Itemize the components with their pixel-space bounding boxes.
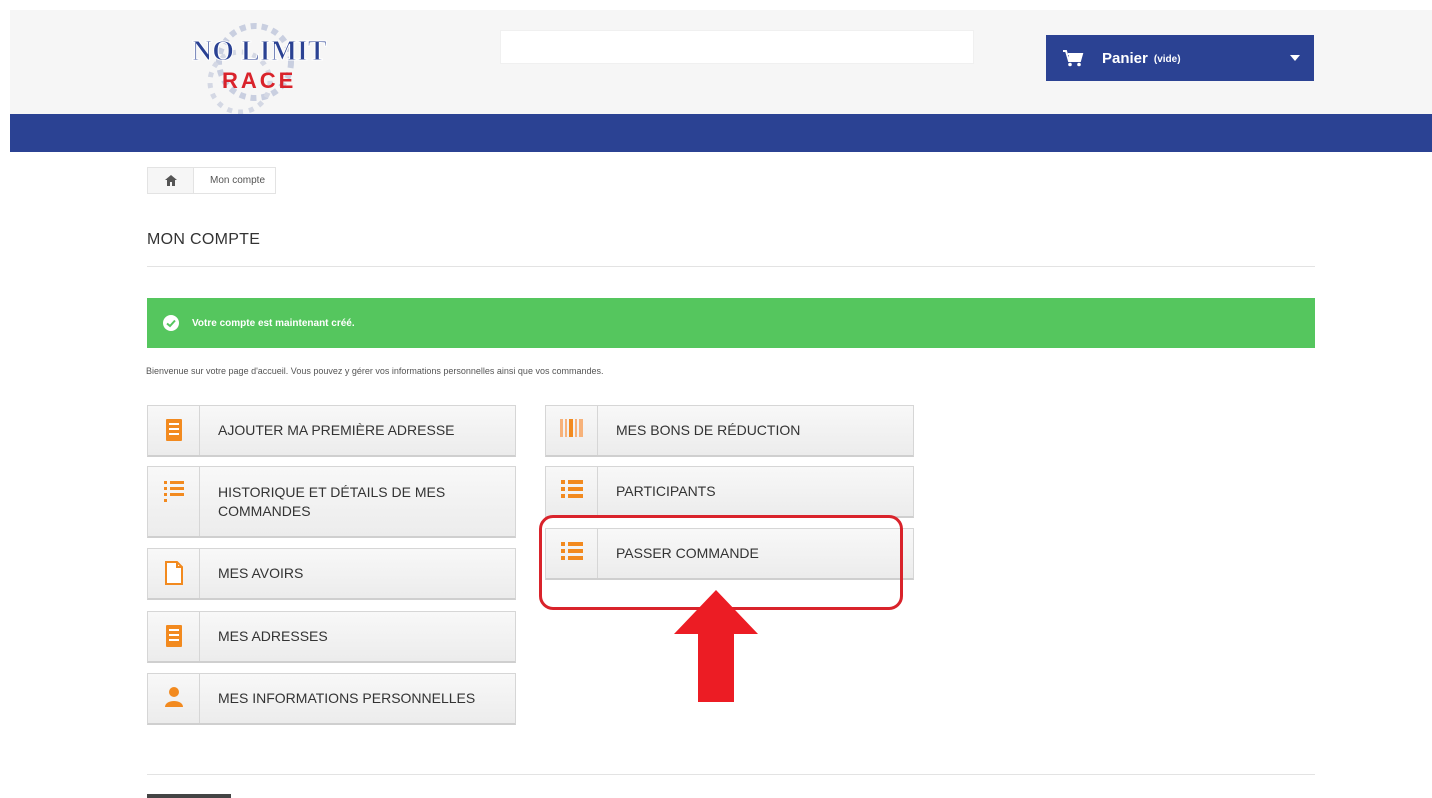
divider (147, 774, 1315, 775)
welcome-text: Bienvenue sur votre page d'accueil. Vous… (146, 366, 604, 376)
list-icon (546, 467, 598, 516)
button-label: MES AVOIRS (218, 565, 304, 582)
cart-button[interactable]: Panier (vide) (1046, 35, 1314, 81)
divider (147, 266, 1315, 267)
breadcrumb: Mon compte (147, 167, 277, 194)
barcode-icon (546, 406, 598, 455)
site-logo[interactable]: NO LIMIT RACE (170, 22, 370, 122)
cart-label: Panier (1102, 49, 1148, 67)
success-alert: Votre compte est maintenant créé. (147, 298, 1315, 348)
shopping-cart-icon (1063, 50, 1084, 67)
building-icon (148, 612, 200, 661)
cart-state: (vide) (1153, 54, 1181, 65)
chevron-down-icon (1290, 55, 1300, 61)
search-input[interactable] (500, 30, 974, 64)
building-icon (148, 406, 200, 455)
button-label: PARTICIPANTS (616, 483, 716, 500)
button-label: AJOUTER MA PREMIÈRE ADRESSE (218, 422, 455, 439)
button-label: MES ADRESSES (218, 628, 328, 645)
main-navbar (10, 114, 1432, 152)
page-title: MON COMPTE (147, 231, 261, 248)
user-icon (148, 674, 200, 723)
button-label: HISTORIQUE ET DÉTAILS DE MES COMMANDES (218, 484, 446, 519)
logo-text-bottom: RACE (222, 68, 296, 93)
credit-slips-button[interactable]: MES AVOIRS (147, 548, 516, 600)
back-button[interactable] (147, 794, 231, 798)
logo-text-top: NO LIMIT (192, 36, 327, 67)
addresses-button[interactable]: MES ADRESSES (147, 611, 516, 663)
vouchers-button[interactable]: MES BONS DE RÉDUCTION (545, 405, 914, 457)
up-arrow-icon (674, 590, 758, 702)
breadcrumb-home[interactable] (148, 168, 194, 193)
ordered-list-icon (148, 467, 200, 536)
home-icon (164, 175, 177, 186)
participants-button[interactable]: PARTICIPANTS (545, 466, 914, 518)
alert-message: Votre compte est maintenant créé. (192, 317, 355, 329)
add-first-address-button[interactable]: AJOUTER MA PREMIÈRE ADRESSE (147, 405, 516, 457)
file-icon (148, 549, 200, 598)
order-history-button[interactable]: HISTORIQUE ET DÉTAILS DE MES COMMANDES (147, 466, 516, 538)
breadcrumb-current: Mon compte (210, 175, 266, 186)
check-circle-icon (163, 315, 179, 331)
button-label: MES BONS DE RÉDUCTION (616, 422, 801, 439)
button-label: MES INFORMATIONS PERSONNELLES (218, 690, 476, 707)
personal-info-button[interactable]: MES INFORMATIONS PERSONNELLES (147, 673, 516, 725)
